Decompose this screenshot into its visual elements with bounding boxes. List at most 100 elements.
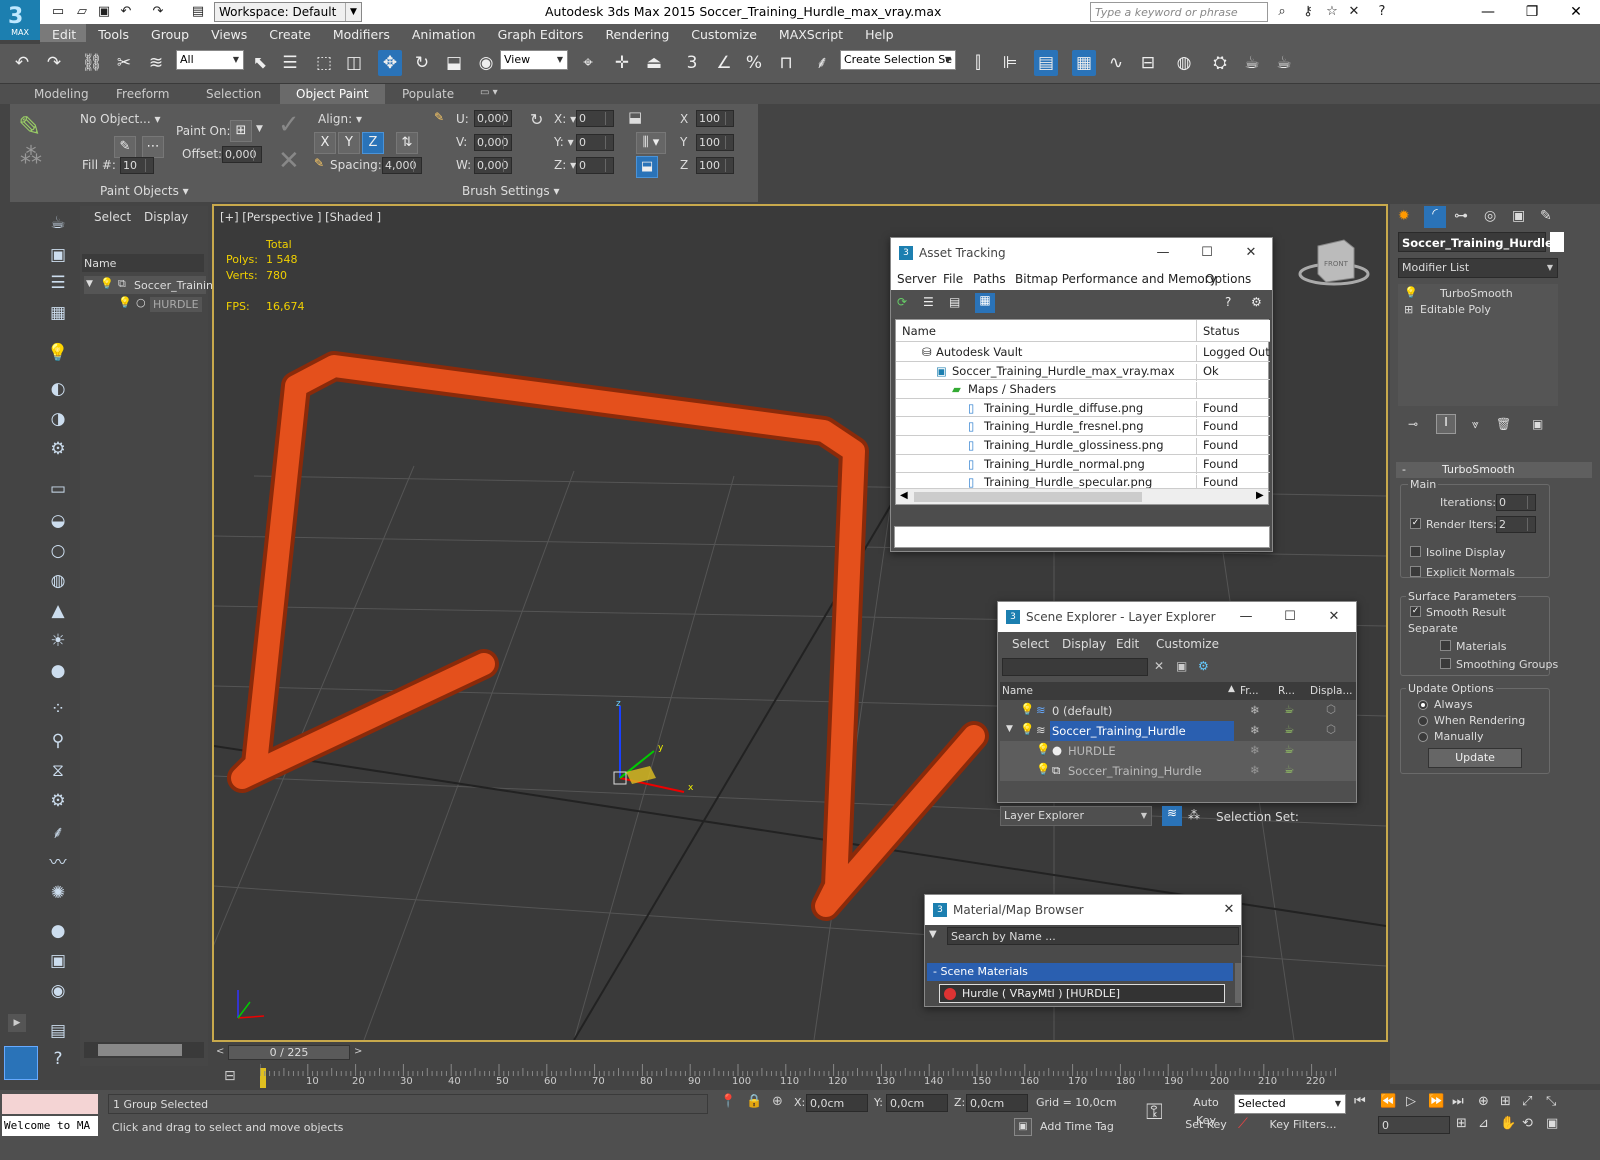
zoom-extents-icon[interactable]: ⊕ (1478, 1094, 1489, 1109)
tab-selection[interactable]: Selection (206, 87, 261, 101)
orbit-icon[interactable]: ⟲ (1522, 1116, 1533, 1131)
light-bulb-icon[interactable]: 💡 (1404, 286, 1418, 299)
select-object-icon[interactable]: ⬉ (248, 50, 272, 76)
menu-customize[interactable]: Customize (679, 24, 767, 42)
freeze-snowflake-icon[interactable]: ❄ (1250, 723, 1260, 737)
uniform-scale-icon[interactable]: ⬓ (636, 156, 658, 178)
asset-menu-paths[interactable]: Paths (973, 272, 1006, 286)
move-icon[interactable]: ✥ (378, 50, 402, 76)
viewport-layout-icon[interactable] (4, 1046, 38, 1080)
asset-path-field[interactable] (894, 526, 1270, 548)
menu-group[interactable]: Group (139, 24, 199, 42)
scale-x-spinner[interactable]: 100 (696, 110, 734, 127)
set-key-button[interactable]: Set Key (1182, 1116, 1230, 1136)
add-layer-icon[interactable]: ▣ (1176, 659, 1187, 673)
pan-hand-icon[interactable]: ✋ (1500, 1116, 1516, 1131)
expand-arrow-icon[interactable]: ▶ (8, 1014, 26, 1032)
paint-on-dropdown-icon[interactable]: ▼ (256, 124, 263, 134)
light-bulb-icon[interactable]: 💡 (1020, 702, 1034, 716)
render-icon[interactable]: ▣ (44, 948, 72, 974)
angle-snap-icon[interactable]: ∠ (712, 50, 736, 76)
key-selection-dropdown[interactable]: Selected ▼ (1234, 1094, 1346, 1114)
go-to-end-icon[interactable]: ⏭ (1452, 1094, 1464, 1109)
minimize-icon[interactable]: — (1143, 242, 1183, 266)
add-time-tag-button[interactable]: Add Time Tag (1040, 1120, 1114, 1133)
table-row[interactable]: ▰ Maps / Shaders (896, 380, 1270, 400)
spinner-snap-icon[interactable]: ⊓ (774, 50, 798, 76)
minimize-icon[interactable]: — (1466, 0, 1510, 24)
explorer-type-dropdown[interactable]: Layer Explorer ▼ (1000, 806, 1152, 826)
light-bulb-icon[interactable]: 💡 (1036, 742, 1050, 756)
project-folder-icon[interactable]: ▤ (190, 4, 206, 20)
layers-icon[interactable]: ▤ (44, 1018, 72, 1044)
unlink-icon[interactable]: ✂ (112, 50, 136, 76)
menu-create[interactable]: Create (257, 24, 321, 42)
communication-icon[interactable]: ✕ (1346, 4, 1362, 20)
asset-menu-file[interactable]: File (943, 272, 963, 286)
menu-tools[interactable]: Tools (86, 24, 139, 42)
col-status[interactable]: Status (1196, 320, 1270, 342)
maximize-icon[interactable]: ☐ (1187, 242, 1227, 266)
camera-icon[interactable]: ◐ (44, 376, 72, 402)
light-bulb-icon[interactable]: 💡 (1036, 762, 1050, 776)
explicit-normals-checkbox[interactable] (1410, 566, 1421, 577)
paint-on-grid-icon[interactable]: ⊞ (230, 120, 252, 142)
commit-check-icon[interactable]: ✓ (278, 110, 300, 140)
undo-icon[interactable]: ↶ (10, 50, 34, 76)
when-rendering-radio[interactable] (1418, 716, 1428, 726)
geosphere-icon[interactable]: ◍ (44, 568, 72, 594)
absolute-mode-icon[interactable]: ⊕ (772, 1094, 783, 1109)
isolate-pin-icon[interactable]: 📍 (720, 1094, 736, 1109)
maximize-icon[interactable]: ❐ (1510, 0, 1554, 24)
close-icon[interactable]: ✕ (1209, 899, 1249, 923)
app-logo[interactable]: 3 MAX (0, 0, 40, 40)
grass-icon[interactable]: ⸙ (44, 820, 72, 846)
menu-animation[interactable]: Animation (400, 24, 486, 42)
box-icon[interactable]: ▭ (44, 476, 72, 502)
maxscript-listener-input[interactable]: Welcome to MA (2, 1116, 98, 1136)
bones-icon[interactable]: ⚲ (44, 728, 72, 754)
refresh-icon[interactable]: ⟳ (897, 295, 907, 309)
environment-icon[interactable]: ◉ (44, 978, 72, 1004)
layer-menu-edit[interactable]: Edit (1116, 637, 1139, 651)
layer-menu-display[interactable]: Display (1062, 637, 1106, 651)
zoom-all-icon[interactable]: ⊞ (1500, 1094, 1511, 1109)
turbosmooth-rollout-header[interactable]: - TurboSmooth (1396, 462, 1592, 478)
new-file-icon[interactable]: ▭ (50, 4, 66, 20)
help-circle-icon[interactable]: ? (44, 1046, 72, 1072)
align-icon[interactable]: ⊫ (998, 50, 1022, 76)
close-icon[interactable]: ✕ (1554, 0, 1598, 24)
scene-explorer-icon[interactable]: ▦ (1072, 50, 1096, 76)
menu-graph-editors[interactable]: Graph Editors (486, 24, 594, 42)
teapot-icon[interactable]: ☕ (44, 210, 72, 236)
open-file-icon[interactable]: ▱ (74, 4, 90, 20)
list-item[interactable]: 💡 ≋ 0 (default) ❄ ☕ ⬡ (1000, 701, 1356, 721)
render-teapot-icon[interactable]: ☕ (1284, 702, 1294, 716)
asset-menu-bitmap[interactable]: Bitmap Performance and Memory (1015, 272, 1217, 286)
edit-named-sel-icon[interactable]: ⸙ (810, 50, 834, 76)
key-filters-button[interactable]: Key Filters... (1260, 1116, 1346, 1136)
time-slider-thumb[interactable]: 0 / 225 (228, 1045, 350, 1060)
render-teapot-icon[interactable]: ☕ (1284, 742, 1294, 756)
col-name[interactable]: Name (902, 324, 936, 338)
y-coord-field[interactable]: 0,0cm (886, 1094, 948, 1112)
tab-freeform[interactable]: Freeform (116, 87, 169, 101)
play-icon[interactable]: ▷ (1406, 1094, 1416, 1109)
percent-snap-icon[interactable]: % (742, 50, 766, 76)
display-box-icon[interactable]: ⬡ (1326, 722, 1336, 736)
sphere-icon[interactable]: ○ (44, 538, 72, 564)
named-selection-dropdown[interactable]: Create Selection Se ▼ (840, 50, 956, 70)
paint-object-list-icon[interactable]: ⋯ (142, 136, 164, 158)
view-cube[interactable]: FRONT (1298, 239, 1370, 286)
maxscript-listener-top[interactable] (2, 1094, 98, 1114)
col-freeze[interactable]: Fr... (1240, 685, 1259, 697)
list-view-icon[interactable]: ☰ (923, 295, 934, 309)
gear-icon[interactable]: ⚙ (44, 788, 72, 814)
no-object-dropdown[interactable]: No Object... ▾ (80, 112, 161, 126)
snaps-toggle-icon[interactable]: 3 (680, 50, 704, 76)
settings-help-icon[interactable]: ⚙ (1251, 295, 1262, 309)
fill-spinner[interactable]: 10 (120, 157, 154, 174)
hair-fur-icon[interactable]: 〰 (44, 850, 72, 876)
select-by-name-icon[interactable]: ☰ (278, 50, 302, 76)
layer-menu-customize[interactable]: Customize (1156, 637, 1219, 651)
